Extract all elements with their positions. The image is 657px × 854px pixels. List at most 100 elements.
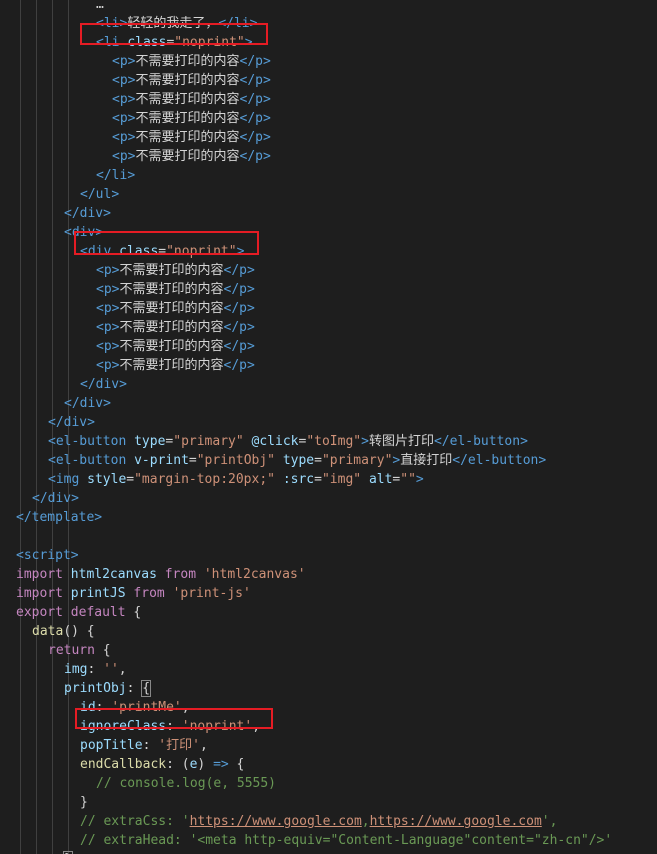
code-line[interactable]: data() { (0, 622, 95, 641)
highlight-box-ignoreclass (75, 708, 273, 729)
code-line[interactable]: return { (0, 641, 111, 660)
code-token: 不需要打印的内容 (119, 339, 224, 354)
code-token: < (48, 434, 56, 449)
code-line[interactable]: <p>不需要打印的内容</p> (0, 71, 271, 90)
code-line[interactable]: <p>不需要打印的内容</p> (0, 90, 271, 109)
code-token: </ (452, 453, 468, 468)
code-token: 不需要打印的内容 (119, 320, 224, 335)
code-token: p (103, 263, 112, 278)
code-token: < (112, 149, 120, 164)
code-token: from (133, 586, 173, 601)
code-line[interactable]: img: '', (0, 660, 127, 679)
code-token: p (239, 282, 247, 297)
code-line[interactable]: <p>不需要打印的内容</p> (0, 337, 255, 356)
code-line[interactable]: <el-button type="primary" @click="toImg"… (0, 432, 528, 451)
code-token: </ (239, 111, 256, 126)
code-editor[interactable]: … <li>轻轻的我走了，</li> <li class="noprint"> <p>… (0, 0, 657, 854)
code-line[interactable]: </li> (0, 166, 135, 185)
code-line[interactable]: printObj: { (0, 679, 152, 698)
code-token: > (246, 282, 255, 297)
code-token: 不需要打印的内容 (135, 149, 240, 164)
code-line[interactable]: <el-button v-print="printObj" type="prim… (0, 451, 546, 470)
code-token: return (48, 643, 103, 658)
code-token: > (262, 73, 271, 88)
code-line[interactable]: // extraHead: '<meta http-equiv="Content… (0, 831, 612, 850)
code-line[interactable]: popTitle: '打印', (0, 736, 208, 755)
code-line[interactable]: <p>不需要打印的内容</p> (0, 128, 271, 147)
code-token: :src (282, 472, 315, 487)
code-token: "primary" (321, 453, 393, 468)
code-token: "toImg" (306, 434, 362, 449)
code-line[interactable]: … (0, 0, 104, 14)
code-line[interactable]: endCallback: (e) => { (0, 755, 244, 774)
code-token: } (80, 795, 88, 810)
code-token: < (96, 358, 104, 373)
code-line[interactable]: import printJS from 'print-js' (0, 584, 251, 603)
code-token: </ (223, 358, 240, 373)
code-token: el-button (449, 434, 521, 449)
code-line[interactable]: </div> (0, 204, 111, 223)
code-token: < (96, 339, 104, 354)
code-token: p (255, 73, 263, 88)
code-line[interactable]: <img style="margin-top:20px;" :src="img"… (0, 470, 424, 489)
code-token: > (103, 396, 111, 411)
code-token: > (87, 415, 95, 430)
code-token: p (103, 320, 112, 335)
code-token: 不需要打印的内容 (119, 358, 224, 373)
code-line[interactable]: </div> (0, 394, 111, 413)
code-line[interactable]: <p>不需要打印的内容</p> (0, 318, 255, 337)
code-line[interactable]: <p>不需要打印的内容</p> (0, 261, 255, 280)
code-line[interactable]: export default { (0, 603, 141, 622)
code-line[interactable]: </ul> (0, 185, 119, 204)
code-line[interactable]: <p>不需要打印的内容</p> (0, 299, 255, 318)
code-token: "img" (321, 472, 369, 487)
code-token: </ (239, 130, 256, 145)
code-token: = (126, 472, 135, 487)
code-line[interactable]: </template> (0, 508, 102, 527)
code-line[interactable]: </div> (0, 413, 95, 432)
code-token: </ (433, 434, 450, 449)
code-token: > (246, 339, 255, 354)
code-token: p (255, 92, 263, 107)
code-line[interactable]: // console.log(e, 5555) (0, 774, 276, 793)
code-token: </ (64, 396, 80, 411)
code-token: > (246, 358, 255, 373)
code-token: > (520, 434, 528, 449)
code-token: () { (63, 624, 95, 639)
code-line[interactable]: <p>不需要打印的内容</p> (0, 356, 255, 375)
code-line[interactable]: <p>不需要打印的内容</p> (0, 109, 271, 128)
code-line[interactable] (0, 527, 16, 546)
code-line[interactable]: } (0, 793, 88, 812)
code-token: > (262, 149, 271, 164)
code-token: // extraCss: ' (80, 814, 190, 829)
code-token: script (23, 548, 71, 563)
code-line[interactable]: <script> (0, 546, 79, 565)
code-line[interactable]: </div> (0, 375, 127, 394)
code-token: el-button (55, 453, 135, 468)
code-line[interactable]: <p>不需要打印的内容</p> (0, 147, 271, 166)
code-token: > (103, 206, 111, 221)
code-line[interactable]: <p>不需要打印的内容</p> (0, 280, 255, 299)
code-token: // console.log(e, 5555) (96, 776, 277, 791)
code-line[interactable]: import html2canvas from 'html2canvas' (0, 565, 306, 584)
code-token: li (111, 168, 128, 183)
code-token: < (96, 301, 104, 316)
code-token: < (64, 225, 72, 240)
code-token: { (228, 757, 245, 772)
highlight-box-div-noprint (74, 231, 259, 255)
code-token: p (119, 92, 128, 107)
code-token: > (71, 491, 79, 506)
code-token: < (112, 73, 120, 88)
code-token: endCallback (80, 757, 167, 772)
code-line[interactable]: </div> (0, 489, 79, 508)
code-token: > (538, 453, 547, 468)
code-line[interactable]: // extraCss: 'https://www.google.com,htt… (0, 812, 557, 831)
code-token: p (239, 263, 247, 278)
code-token: p (239, 320, 247, 335)
code-token: </ (223, 339, 240, 354)
code-token: // extraHead: '<meta http-equiv="Content… (80, 833, 613, 848)
code-line[interactable]: } (0, 850, 73, 854)
code-line[interactable]: <p>不需要打印的内容</p> (0, 52, 271, 71)
code-token: alt (368, 472, 393, 487)
code-token: p (103, 282, 112, 297)
